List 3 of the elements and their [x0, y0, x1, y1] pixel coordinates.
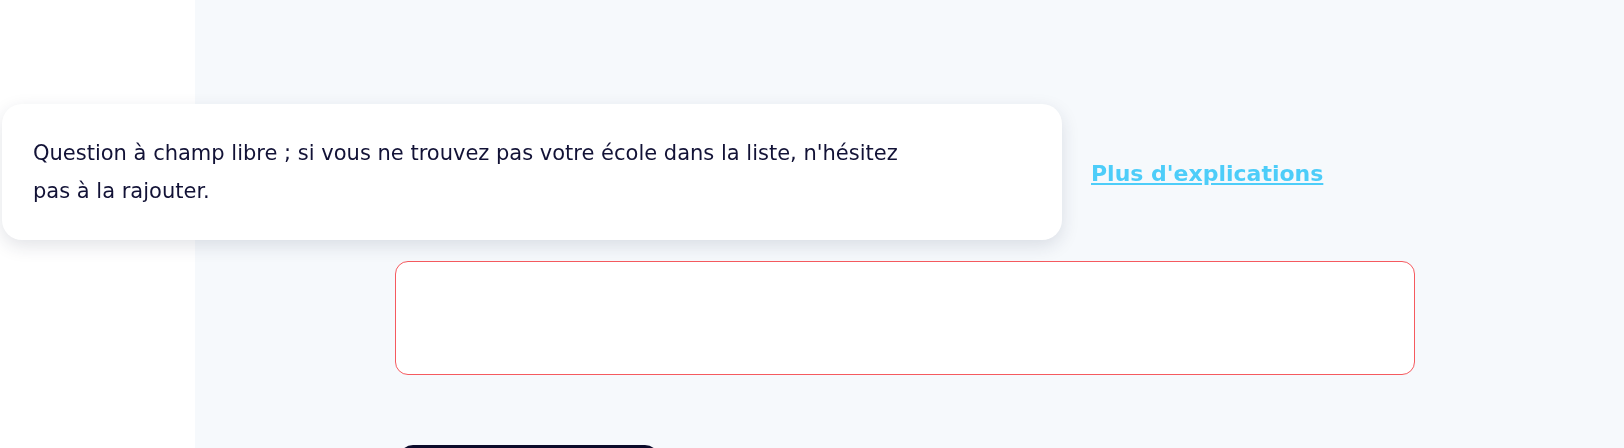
answer-field[interactable]: [395, 261, 1415, 375]
tooltip: Question à champ libre ; si vous ne trouvez pas votre école dans la liste, n'hésitez pas à la rajouter.: [2, 104, 1062, 240]
help-link[interactable]: Plus d'explications: [1091, 160, 1324, 186]
